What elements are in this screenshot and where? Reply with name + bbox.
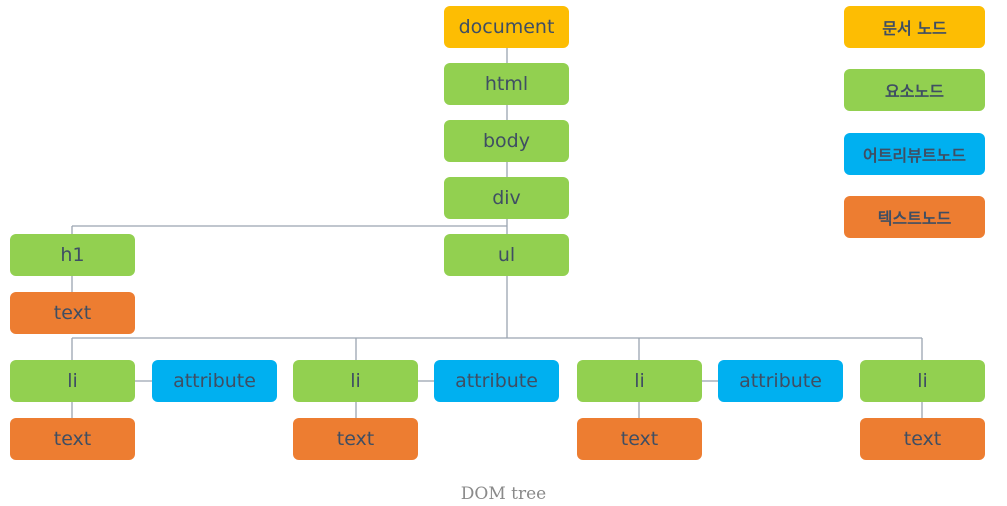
figure-caption: DOM tree: [460, 484, 547, 504]
node-label: text: [903, 428, 942, 450]
node-label: li: [350, 370, 361, 392]
node-html: html: [444, 63, 569, 105]
node-li-1-text: text: [10, 418, 135, 460]
node-label: text: [53, 302, 92, 324]
node-h1: h1: [10, 234, 135, 276]
node-label: body: [483, 130, 530, 152]
node-label: attribute: [455, 370, 538, 392]
node-label: text: [336, 428, 375, 450]
node-document: document: [444, 6, 569, 48]
node-h1-text: text: [10, 292, 135, 334]
node-li-3-text: text: [577, 418, 702, 460]
node-li-4: li: [860, 360, 985, 402]
node-label: h1: [60, 244, 85, 266]
node-body: body: [444, 120, 569, 162]
node-li-3: li: [577, 360, 702, 402]
legend-attribute-node: 어트리뷰트노드: [844, 133, 985, 175]
legend-label: 요소노드: [885, 82, 944, 101]
node-label: attribute: [173, 370, 256, 392]
legend-label: 어트리뷰트노드: [862, 146, 967, 165]
node-li-1-attribute: attribute: [152, 360, 277, 402]
legend-document-node: 문서 노드: [844, 6, 985, 48]
node-label: li: [67, 370, 78, 392]
node-label: document: [458, 16, 555, 38]
node-li-2-text: text: [293, 418, 418, 460]
node-label: div: [492, 187, 521, 209]
node-label: html: [484, 73, 529, 95]
node-label: text: [53, 428, 92, 450]
node-div: div: [444, 177, 569, 219]
legend-element-node: 요소노드: [844, 69, 985, 111]
node-li-4-text: text: [860, 418, 985, 460]
node-label: li: [917, 370, 928, 392]
node-label: li: [634, 370, 645, 392]
legend-label: 텍스트노드: [877, 209, 952, 228]
node-ul: ul: [444, 234, 569, 276]
legend-text-node: 텍스트노드: [844, 196, 985, 238]
node-li-1: li: [10, 360, 135, 402]
node-li-2: li: [293, 360, 418, 402]
node-li-3-attribute: attribute: [718, 360, 843, 402]
node-label: attribute: [739, 370, 822, 392]
node-label: text: [620, 428, 659, 450]
node-li-2-attribute: attribute: [434, 360, 559, 402]
node-label: ul: [497, 244, 516, 266]
legend-label: 문서 노드: [882, 19, 947, 38]
